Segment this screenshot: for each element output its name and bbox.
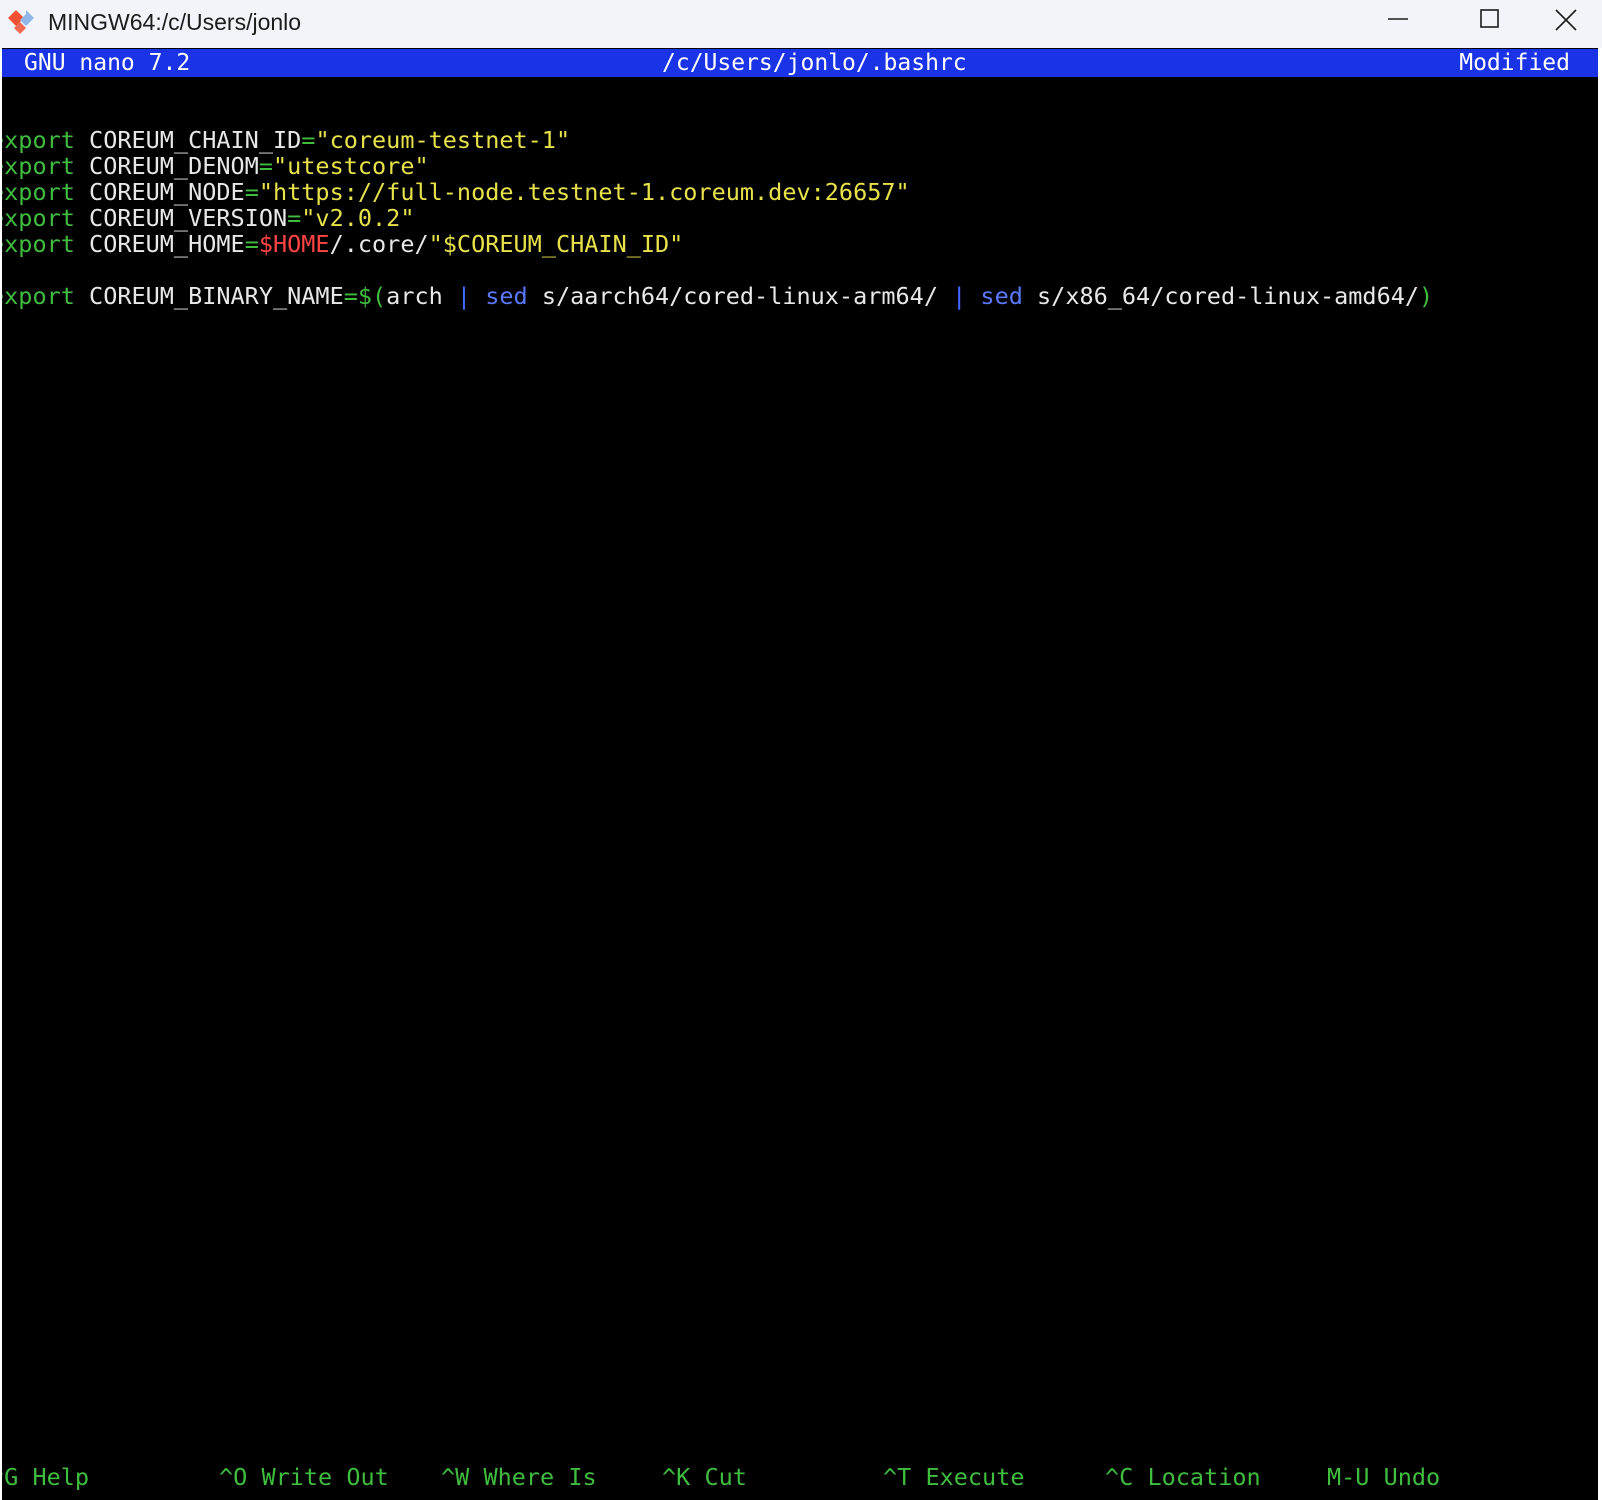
shortcut-location[interactable]: ^C Location <box>1105 1464 1261 1491</box>
nano-shortcut-bar-row2-clipped: ──── <box>2 1490 1598 1500</box>
nano-filename: /c/Users/jonlo/.bashrc <box>662 50 967 76</box>
pipe-symbol: | <box>456 282 486 310</box>
string-value: "https://full-node.testnet-1.coreum.dev:… <box>258 178 910 206</box>
shortcut-cut[interactable]: ^K Cut <box>662 1464 747 1491</box>
code-line[interactable]: export COREUM_VERSION="v2.0.2" <box>2 205 414 232</box>
keyword: export <box>2 282 75 310</box>
string-value: "$COREUM_CHAIN_ID" <box>428 230 684 258</box>
shortcut-where-is[interactable]: ^W Where Is <box>441 1464 597 1491</box>
variable-name: COREUM_HOME <box>89 230 245 258</box>
nano-version: GNU nano 7.2 <box>24 50 191 76</box>
code-line[interactable]: export COREUM_CHAIN_ID="coreum-testnet-1… <box>2 127 570 154</box>
command-sed: sed <box>485 282 528 310</box>
sed-argument: s/aarch64/cored-linux-arm64/ <box>527 282 953 310</box>
keyword: export <box>2 230 75 258</box>
keyword: export <box>2 178 75 206</box>
keyword: export <box>2 204 75 232</box>
code-line[interactable]: export COREUM_NODE="https://full-node.te… <box>2 179 910 206</box>
subshell-close: ) <box>1419 282 1434 310</box>
pipe-symbol: | <box>952 282 981 310</box>
nano-header: GNU nano 7.2 /c/Users/jonlo/.bashrc Modi… <box>2 49 1598 77</box>
variable-name: COREUM_VERSION <box>89 204 288 232</box>
window-title: MINGW64:/c/Users/jonlo <box>48 9 302 35</box>
variable-name: COREUM_CHAIN_ID <box>89 126 302 154</box>
git-bash-icon <box>6 4 42 40</box>
path-text: /.core/ <box>329 230 429 258</box>
code-line[interactable]: export COREUM_BINARY_NAME=$(arch | sed s… <box>2 283 1433 310</box>
string-value: "utestcore" <box>272 152 429 180</box>
string-value: "coreum-testnet-1" <box>315 126 571 154</box>
operator: = <box>287 204 302 232</box>
operator: = <box>244 178 259 206</box>
terminal-area[interactable]: GNU nano 7.2 /c/Users/jonlo/.bashrc Modi… <box>2 48 1598 1500</box>
variable-name: COREUM_NODE <box>89 178 245 206</box>
keyword: export <box>2 126 75 154</box>
code-line[interactable]: export COREUM_HOME=$HOME/.core/"$COREUM_… <box>2 231 683 258</box>
variable-name: COREUM_BINARY_NAME <box>89 282 344 310</box>
close-button[interactable] <box>1543 0 1602 40</box>
command-sed: sed <box>980 282 1023 310</box>
nano-status: Modified <box>1459 50 1570 76</box>
operator: = <box>244 230 259 258</box>
sed-argument: s/x86_64/cored-linux-amd64/ <box>1022 282 1420 310</box>
title-bar[interactable]: MINGW64:/c/Users/jonlo <box>0 0 1602 48</box>
minimize-button[interactable] <box>1360 0 1440 40</box>
shortcut-undo[interactable]: M-U Undo <box>1327 1464 1440 1491</box>
variable-name: COREUM_DENOM <box>89 152 259 180</box>
env-variable: $HOME <box>258 230 330 258</box>
subshell-open: $( <box>357 282 387 310</box>
shortcut-write-out[interactable]: ^O Write Out <box>219 1464 389 1491</box>
maximize-button[interactable] <box>1452 0 1532 40</box>
shortcut-help[interactable]: ^G Help <box>2 1464 89 1491</box>
operator: = <box>343 282 358 310</box>
code-line[interactable]: export COREUM_DENOM="utestcore" <box>2 153 429 180</box>
keyword: export <box>2 152 75 180</box>
command-arch: arch <box>386 282 457 310</box>
string-value: "v2.0.2" <box>301 204 415 232</box>
operator: = <box>301 126 316 154</box>
terminal-window: MINGW64:/c/Users/jonlo GNU nano 7.2 /c/U… <box>0 0 1602 1500</box>
operator: = <box>258 152 273 180</box>
shortcut-execute[interactable]: ^T Execute <box>883 1464 1025 1491</box>
shortcut-row2-fragment: ──── <box>2 1490 47 1500</box>
